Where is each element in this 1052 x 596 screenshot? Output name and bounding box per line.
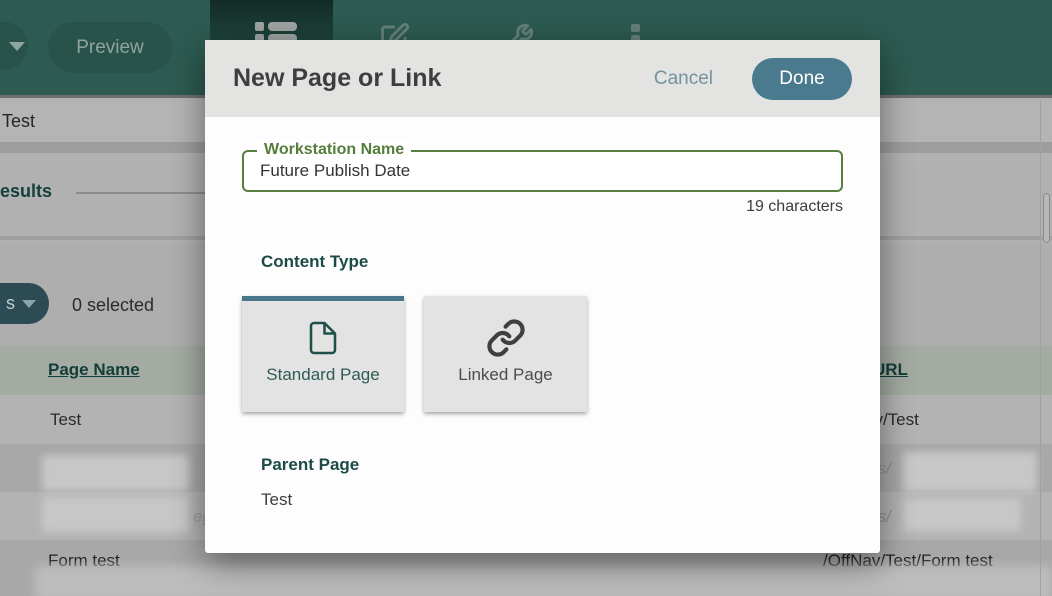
actions-dropdown-button[interactable]: s [0, 283, 49, 324]
new-page-or-link-dialog: New Page or Link Cancel Done Workstation… [205, 40, 880, 553]
breadcrumb-label: Test [2, 111, 35, 132]
page-name-cell: Test [50, 410, 81, 430]
parent-page-value: Test [261, 490, 292, 510]
app-screen: Preview Test esults [0, 0, 1052, 596]
dialog-header: New Page or Link Cancel Done [205, 40, 880, 117]
selected-count: 0 selected [72, 295, 154, 316]
workstation-name-label: Workstation Name [257, 141, 411, 159]
section-divider [76, 192, 206, 194]
content-type-option-label: Standard Page [266, 365, 379, 385]
version-dropdown-button[interactable] [0, 22, 28, 70]
content-type-option-label: Linked Page [458, 365, 553, 385]
actions-button-label: s [6, 293, 15, 314]
dialog-title: New Page or Link [233, 64, 654, 93]
preview-button-label: Preview [76, 37, 144, 59]
character-counter: 19 characters [746, 198, 843, 216]
redacted-cell [42, 496, 189, 532]
scrollbar-track [1040, 101, 1041, 596]
content-type-option-linked-page[interactable]: Linked Page [424, 296, 587, 412]
document-icon [305, 315, 341, 361]
parent-page-label: Parent Page [261, 455, 359, 475]
redacted-cell [903, 452, 1037, 492]
results-section-title: esults [0, 181, 52, 202]
selected-indicator [242, 296, 404, 301]
unselected-indicator [424, 296, 587, 301]
content-type-option-standard-page[interactable]: Standard Page [242, 296, 404, 412]
redacted-cell [42, 455, 189, 491]
scrollbar-thumb[interactable] [1043, 193, 1050, 243]
done-button[interactable]: Done [752, 58, 852, 100]
cancel-button[interactable]: Cancel [654, 68, 713, 90]
content-type-label: Content Type [261, 252, 368, 272]
workstation-name-field: Workstation Name [242, 150, 843, 192]
chevron-down-icon [22, 300, 36, 308]
redacted-cell [903, 498, 1021, 531]
link-icon [486, 315, 526, 361]
column-header-page-name[interactable]: Page Name [48, 360, 140, 380]
preview-button[interactable]: Preview [48, 22, 172, 73]
redacted-row [35, 566, 1052, 596]
chevron-down-icon [9, 42, 25, 51]
